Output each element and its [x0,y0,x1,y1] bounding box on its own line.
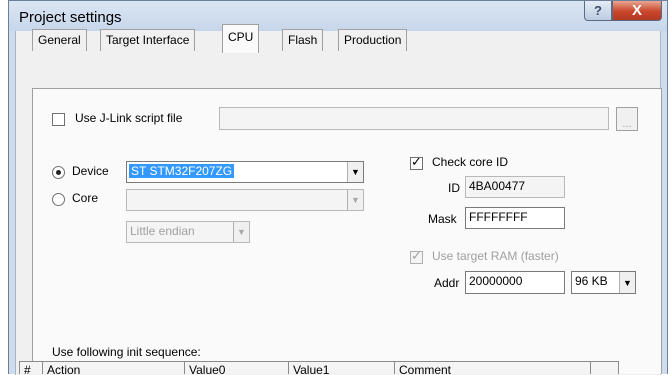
chevron-down-icon[interactable]: ▼ [233,222,249,242]
help-icon: ? [594,3,602,18]
ellipsis-icon: ... [622,118,632,130]
jlink-script-label: Use J-Link script file [75,111,183,125]
column-header-comment[interactable]: Comment [394,362,590,374]
column-header-value0[interactable]: Value0 [184,362,288,374]
tab-cpu[interactable]: CPU [222,24,260,53]
column-header-action[interactable]: Action [42,362,184,374]
tab-label: General [38,33,81,47]
cpu-panel: Use J-Link script file ... Device ST STM… [32,88,662,374]
check-core-id-label: Check core ID [432,155,509,169]
help-button[interactable]: ? [584,1,612,21]
column-header-value1[interactable]: Value1 [288,362,394,374]
window-title: Project settings [19,9,122,26]
device-radio[interactable] [52,166,65,179]
endian-selected-value: Little endian [130,224,195,238]
addr-label: Addr [434,276,460,290]
title-bar[interactable]: Project settings ? X [9,1,667,31]
browse-button[interactable]: ... [616,107,638,131]
check-core-id-checkbox[interactable]: ✓ [410,154,423,170]
chevron-down-icon[interactable]: ▼ [347,190,363,210]
tab-label: CPU [228,30,254,44]
column-header-spacer [590,362,618,374]
core-id-label: ID [448,181,460,195]
radio-selected-dot [56,170,61,175]
tab-label: Flash [288,33,318,47]
tab-flash[interactable]: Flash [282,29,324,51]
close-button[interactable]: X [612,1,662,21]
device-selected-value: ST STM32F207ZG [129,164,235,178]
core-select[interactable]: ▼ [126,189,364,211]
tab-label: Production [344,33,402,47]
mask-input[interactable]: FFFFFFFF [465,207,565,229]
chevron-down-icon[interactable]: ▼ [347,162,363,182]
column-header-index[interactable]: # [20,362,42,374]
ram-size-value: 96 KB [575,274,608,288]
jlink-script-checkbox[interactable] [52,113,65,126]
core-radio[interactable] [52,193,65,206]
core-label: Core [72,191,99,205]
tab-production[interactable]: Production [338,29,408,51]
chevron-down-icon[interactable]: ▼ [619,272,635,293]
use-target-ram-checkbox[interactable]: ✓ [410,248,423,264]
device-label: Device [72,164,109,178]
endian-select[interactable]: Little endian ▼ [126,221,250,243]
device-select[interactable]: ST STM32F207ZG ▼ [126,161,364,183]
tab-target-interface[interactable]: Target Interface [100,29,196,51]
tab-general[interactable]: General [32,29,87,51]
close-icon: X [631,2,642,19]
ram-addr-input[interactable]: 20000000 [465,271,565,294]
check-icon: ✓ [411,154,422,169]
jlink-script-path-input[interactable] [219,107,609,130]
use-target-ram-label: Use target RAM (faster) [432,249,559,263]
init-sequence-label: Use following init sequence: [52,345,201,359]
core-id-value: 4BA00477 [465,176,565,198]
mask-label: Mask [428,212,457,226]
ram-size-select[interactable]: 96 KB ▼ [571,271,636,294]
tab-label: Target Interface [106,33,190,47]
check-icon: ✓ [411,248,422,263]
init-sequence-table-header: # Action Value0 Value1 Comment [19,361,619,374]
